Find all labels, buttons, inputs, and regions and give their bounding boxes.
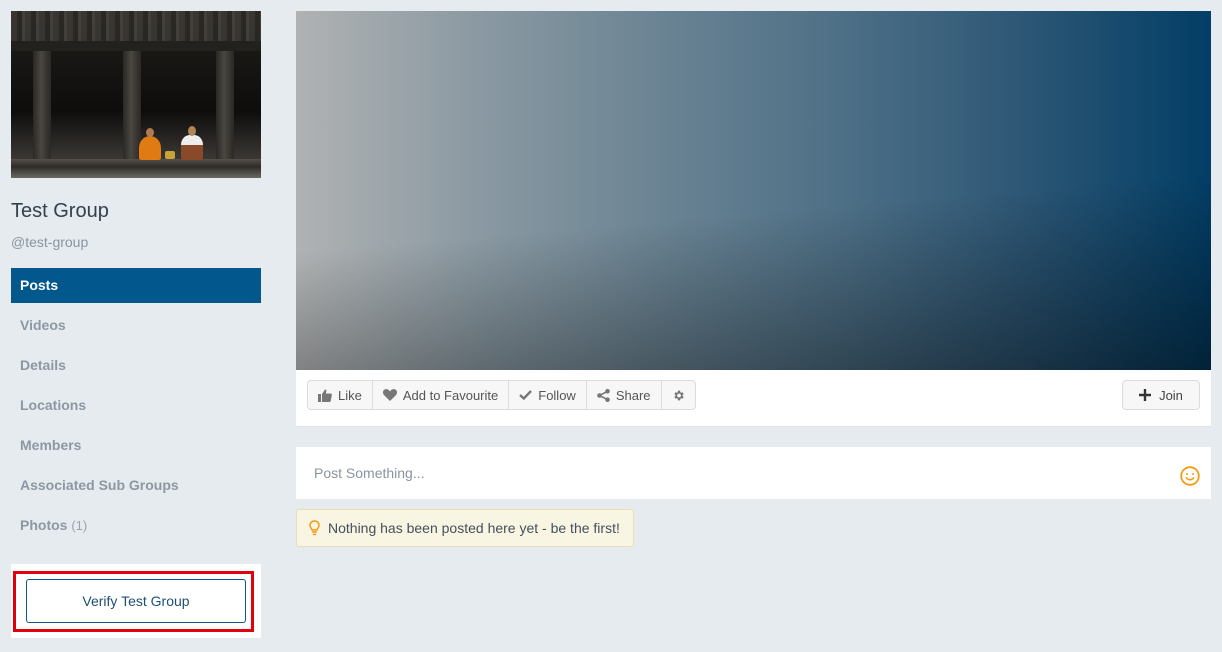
verify-panel: Verify Test Group: [11, 564, 261, 638]
follow-label: Follow: [538, 387, 576, 403]
join-label: Join: [1159, 387, 1183, 403]
group-cover-image[interactable]: [11, 11, 261, 178]
sidebar-item-label: Locations: [20, 397, 87, 413]
group-title: Test Group: [11, 200, 109, 222]
sidebar-item-label: Members: [20, 437, 82, 453]
sidebar-item-label: Photos: [20, 517, 68, 533]
sidebar-item-members[interactable]: Members: [11, 428, 261, 463]
heart-icon: [382, 389, 397, 401]
sidebar-item-label: Posts: [20, 277, 59, 293]
verify-group-button[interactable]: Verify Test Group: [26, 579, 246, 623]
sidebar-item-videos[interactable]: Videos: [11, 308, 261, 343]
thumbs-up-icon: [318, 389, 332, 402]
sidebar-item-photos[interactable]: Photos (1): [11, 508, 261, 543]
post-composer: [296, 447, 1211, 499]
check-icon: [519, 390, 533, 400]
like-label: Like: [338, 387, 362, 403]
group-banner: [296, 11, 1211, 370]
favourite-label: Add to Favourite: [402, 387, 499, 403]
post-input[interactable]: [296, 447, 1166, 499]
like-button[interactable]: Like: [308, 381, 373, 409]
group-handle: @test-group: [11, 234, 89, 250]
photos-count: (1): [71, 518, 88, 533]
add-to-favourite-button[interactable]: Add to Favourite: [373, 381, 510, 409]
share-icon: [597, 388, 610, 402]
plus-icon: [1139, 389, 1152, 401]
sidebar-item-details[interactable]: Details: [11, 348, 261, 383]
follow-button[interactable]: Follow: [509, 381, 587, 409]
sidebar-item-associated-sub-groups[interactable]: Associated Sub Groups: [11, 468, 261, 503]
action-button-group: Like Add to Favourite Follow Share: [307, 380, 696, 410]
sidebar-item-label: Details: [20, 357, 66, 373]
group-nav: Posts Videos Details Locations Members A…: [11, 268, 261, 543]
sidebar-item-posts[interactable]: Posts: [11, 268, 261, 303]
notice-text: Nothing has been posted here yet - be th…: [328, 520, 620, 536]
sidebar-item-label: Associated Sub Groups: [20, 477, 179, 493]
empty-feed-notice: Nothing has been posted here yet - be th…: [296, 509, 634, 547]
action-bar: Like Add to Favourite Follow Share Join: [296, 370, 1211, 427]
lightbulb-icon: [309, 520, 320, 536]
sidebar-item-locations[interactable]: Locations: [11, 388, 261, 423]
share-button[interactable]: Share: [587, 381, 662, 409]
gear-icon: [673, 390, 684, 400]
settings-button[interactable]: [662, 381, 695, 409]
sidebar-item-label: Videos: [20, 317, 66, 333]
sidebar: Test Group @test-group Posts Videos Deta…: [11, 11, 261, 548]
join-button[interactable]: Join: [1122, 380, 1200, 410]
smiley-icon[interactable]: [1180, 466, 1200, 486]
share-label: Share: [615, 387, 651, 403]
